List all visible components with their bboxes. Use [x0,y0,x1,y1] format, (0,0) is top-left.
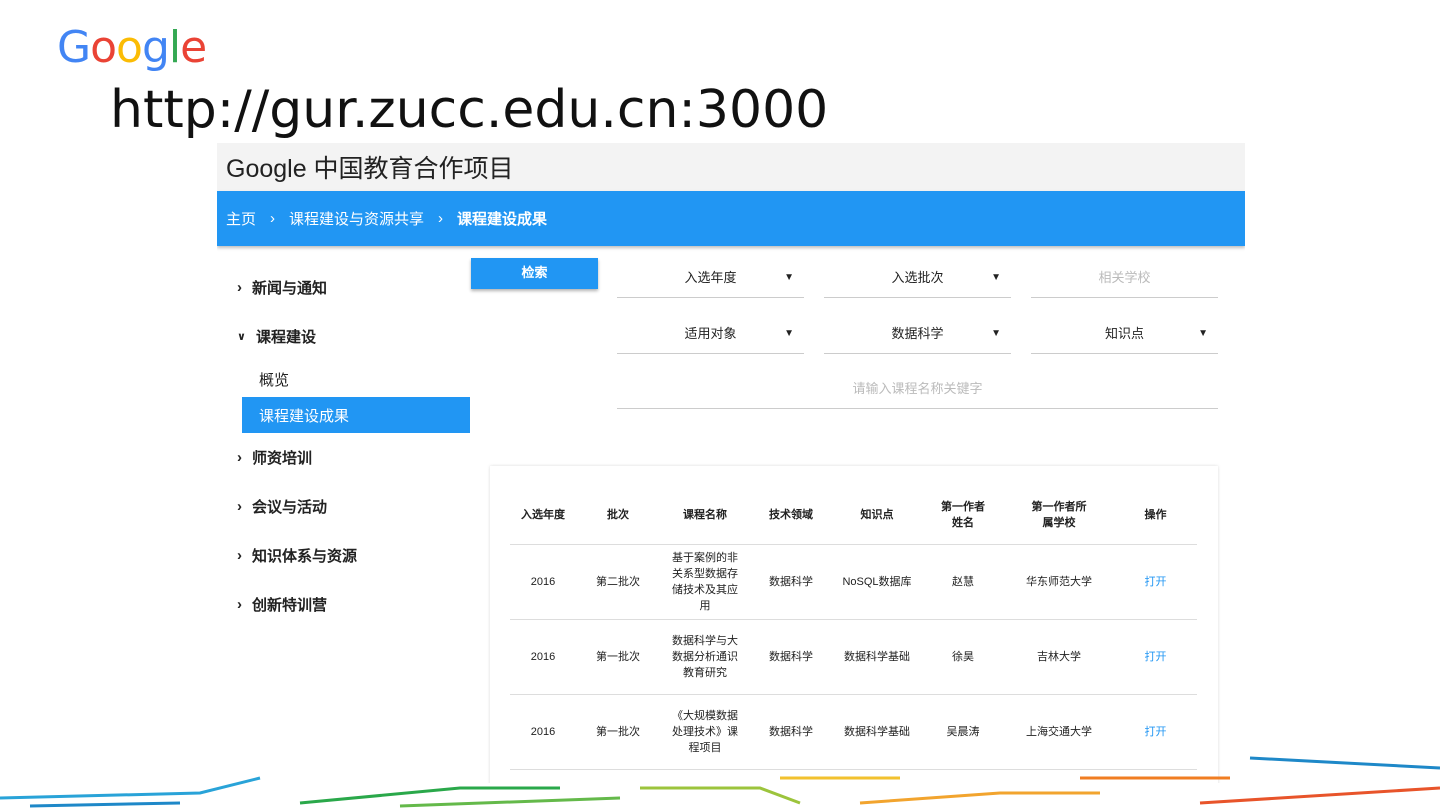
dropdown-arrow-icon: ▼ [784,328,794,339]
results-card: 入选年度 批次 课程名称 技术领域 知识点 第一作者姓名 第一作者所属学校 操作… [490,466,1218,783]
col-batch: 批次 [576,486,660,545]
sidebar-item-resources[interactable]: › 知识体系与资源 [217,531,470,580]
chevron-down-icon: ∨ [237,331,246,343]
dropdown-arrow-icon: ▼ [784,272,794,283]
chevron-right-icon: › [237,498,242,515]
cell-field: 数据科学 [750,619,832,695]
sidebar-subitem-overview[interactable]: 概览 [217,361,470,397]
cell-school: 华东师范大学 [1004,544,1114,620]
breadcrumb-courses[interactable]: 课程建设与资源共享 [289,208,424,229]
cell-year: 2016 [510,619,576,695]
cell-school: 吉林大学 [1004,619,1114,695]
circuit-decoration [0,756,1440,808]
cell-batch: 第一批次 [576,619,660,695]
field-select[interactable]: 数据科学 ▼ [824,314,1011,354]
dropdown-arrow-icon: ▼ [1198,328,1208,339]
sidebar-item-news[interactable]: › 新闻与通知 [217,263,470,312]
dropdown-arrow-icon: ▼ [991,328,1001,339]
results-table: 入选年度 批次 课程名称 技术领域 知识点 第一作者姓名 第一作者所属学校 操作… [510,486,1197,770]
keyword-input[interactable]: 请输入课程名称关键字 [617,369,1218,409]
col-knowledge: 知识点 [832,486,922,545]
slide-url: http://gur.zucc.edu.cn:3000 [110,80,829,140]
search-button[interactable]: 检索 [471,258,598,289]
chevron-right-icon: › [237,449,242,466]
app-screenshot: Google 中国教育合作项目 主页 › 课程建设与资源共享 › 课程建设成果 › 新… [217,143,1245,783]
school-input[interactable]: 相关学校 [1031,258,1218,298]
app-title: Google 中国教育合作项目 [217,143,1245,191]
table-row: 2016 第一批次 数据科学与大数据分析通识教育研究 数据科学 数据科学基础 徐昊 吉林大学… [510,619,1197,695]
breadcrumb-home[interactable]: 主页 [226,208,256,229]
sidebar-subitem-results[interactable]: 课程建设成果 [242,397,470,433]
cell-course: 数据科学与大数据分析通识教育研究 [660,619,750,695]
cell-knowledge: NoSQL数据库 [832,544,922,620]
dropdown-arrow-icon: ▼ [991,272,1001,283]
cell-year: 2016 [510,544,576,620]
chevron-right-icon: › [438,210,444,227]
col-action: 操作 [1114,486,1197,545]
table-row: 2016 第二批次 基于案例的非关系型数据存储技术及其应用 数据科学 NoSQL数据库赵… [510,544,1197,620]
sidebar-item-camp[interactable]: › 创新特训营 [217,580,470,629]
cell-batch: 第二批次 [576,544,660,620]
chevron-right-icon: › [237,596,242,613]
table-header-row: 入选年度 批次 课程名称 技术领域 知识点 第一作者姓名 第一作者所属学校 操作 [510,486,1197,545]
col-author: 第一作者姓名 [922,486,1004,545]
chevron-right-icon: › [237,279,242,296]
google-logo: Google [57,22,207,73]
sidebar-item-courses[interactable]: ∨ 课程建设 [217,312,470,361]
cell-knowledge: 数据科学基础 [832,619,922,695]
col-course: 课程名称 [660,486,750,545]
cell-open-link[interactable]: 打开 [1114,619,1197,695]
breadcrumb: 主页 › 课程建设与资源共享 › 课程建设成果 [217,191,1245,246]
cell-author: 徐昊 [922,619,1004,695]
col-school: 第一作者所属学校 [1004,486,1114,545]
knowledge-select[interactable]: 知识点 ▼ [1031,314,1218,354]
cell-author: 赵慧 [922,544,1004,620]
breadcrumb-current: 课程建设成果 [457,211,548,228]
col-year: 入选年度 [510,486,576,545]
year-select[interactable]: 入选年度 ▼ [617,258,804,298]
sidebar: › 新闻与通知 ∨ 课程建设 概览 课程建设成果 › 师资培训 › 会议与活动 › 知识体… [217,263,470,629]
cell-field: 数据科学 [750,544,832,620]
col-field: 技术领域 [750,486,832,545]
sidebar-item-events[interactable]: › 会议与活动 [217,482,470,531]
sidebar-item-training[interactable]: › 师资培训 [217,433,470,482]
audience-select[interactable]: 适用对象 ▼ [617,314,804,354]
cell-open-link[interactable]: 打开 [1114,544,1197,620]
cell-course: 基于案例的非关系型数据存储技术及其应用 [660,544,750,620]
batch-select[interactable]: 入选批次 ▼ [824,258,1011,298]
chevron-right-icon: › [270,210,276,227]
chevron-right-icon: › [237,547,242,564]
